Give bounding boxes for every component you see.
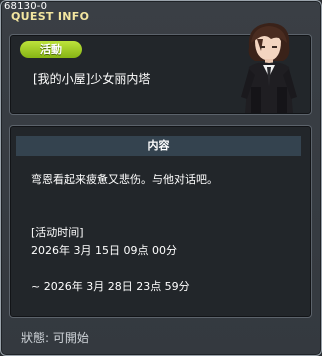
window-title: QUEST INFO	[11, 10, 90, 23]
content-section-header: 内容	[16, 136, 301, 156]
quest-info-window: 68130-0 QUEST INFO 活動 [我的小屋]少女丽内塔 内容 弯恩看…	[0, 0, 322, 356]
quest-description: 弯恩看起来疲惫又悲伤。与他对话吧。	[31, 173, 218, 186]
event-badge: 活動	[20, 41, 82, 58]
quest-status: 狀態: 可開始	[21, 331, 89, 345]
event-time-label: [活动时间]	[31, 226, 84, 239]
character-portrait-icon	[241, 23, 297, 113]
event-start-time: 2026年 3月 15日 09点 00分	[31, 244, 177, 257]
quest-name: [我的小屋]少女丽内塔	[33, 72, 151, 86]
event-end-time: ~ 2026年 3月 28日 23点 59分	[31, 280, 190, 293]
